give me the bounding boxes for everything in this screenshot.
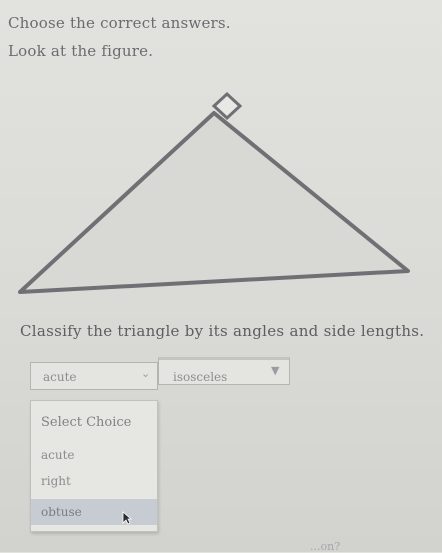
right-triangle-figure	[18, 91, 410, 294]
option-select-choice[interactable]: Select Choice	[31, 409, 157, 435]
side-select-value: isosceles	[173, 370, 228, 384]
option-acute[interactable]: acute	[31, 442, 157, 468]
mouse-cursor-icon	[122, 511, 132, 525]
question-text: Classify the triangle by its angles and …	[20, 322, 425, 340]
angle-options-dropdown: Select Choice acute right obtuse	[30, 400, 158, 532]
option-obtuse[interactable]: obtuse	[31, 499, 157, 525]
triangle-shape	[18, 111, 410, 294]
angle-select-value: acute	[43, 370, 77, 384]
angle-classification-select[interactable]: acute ⌄	[30, 362, 158, 390]
option-right[interactable]: right	[31, 468, 157, 494]
chevron-down-icon[interactable]: ▼	[271, 364, 279, 377]
chevron-down-icon[interactable]: ⌄	[141, 367, 150, 380]
side-classification-select[interactable]: isosceles ▼	[158, 357, 290, 385]
cut-off-text: ...on?	[310, 540, 341, 553]
